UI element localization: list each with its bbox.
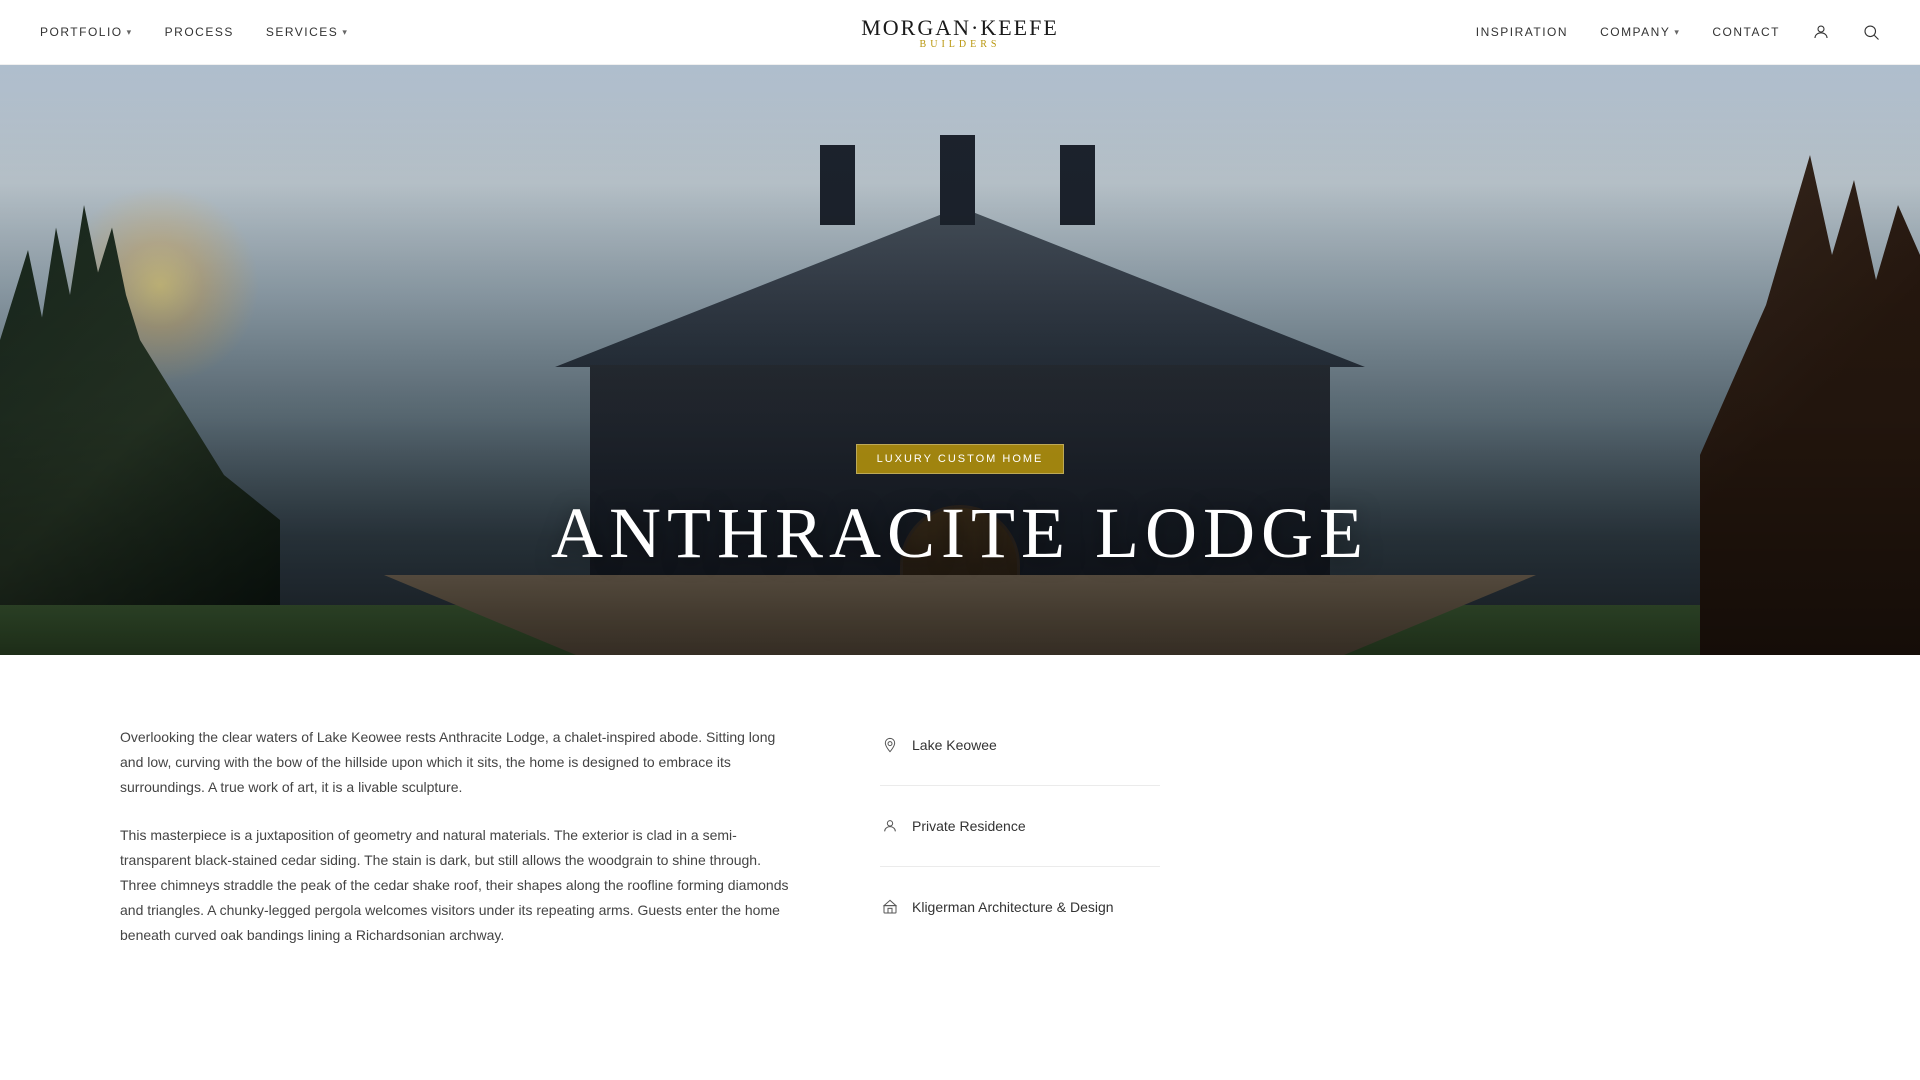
company-chevron-icon: ▾ xyxy=(1674,27,1680,38)
divider-2 xyxy=(880,866,1160,867)
nav-company-label: COMPANY xyxy=(1600,25,1670,39)
location-text: Lake Keowee xyxy=(912,737,997,753)
type-text: Private Residence xyxy=(912,818,1026,834)
hero-section: LUXURY CUSTOM HOME ANTHRACITE LODGE xyxy=(0,65,1920,655)
location-pin-icon xyxy=(880,735,900,755)
nav-item-company[interactable]: COMPANY ▾ xyxy=(1600,25,1680,39)
nav-inspiration-label: INSPIRATION xyxy=(1476,25,1568,39)
nav-item-contact[interactable]: CONTACT xyxy=(1712,25,1780,39)
navigation: PORTFOLIO ▾ PROCESS SERVICES ▾ MORGAN·KE… xyxy=(0,0,1920,65)
person-icon xyxy=(880,816,900,836)
logo-subtitle: BUILDERS xyxy=(920,39,1001,50)
nav-portfolio-label: PORTFOLIO xyxy=(40,25,123,39)
nav-services-label: SERVICES xyxy=(266,25,338,39)
services-chevron-icon: ▾ xyxy=(342,27,348,38)
nav-item-inspiration[interactable]: INSPIRATION xyxy=(1476,25,1568,39)
user-icon[interactable] xyxy=(1812,23,1830,41)
nav-logo[interactable]: MORGAN·KEEFE BUILDERS xyxy=(861,15,1059,50)
nav-item-services[interactable]: SERVICES ▾ xyxy=(266,25,349,39)
portfolio-chevron-icon: ▾ xyxy=(127,27,133,38)
search-icon[interactable] xyxy=(1862,23,1880,41)
description-paragraph-1: Overlooking the clear waters of Lake Keo… xyxy=(120,725,800,801)
hero-content: LUXURY CUSTOM HOME ANTHRACITE LODGE xyxy=(0,444,1920,575)
nav-contact-label: CONTACT xyxy=(1712,25,1780,39)
architect-icon xyxy=(880,897,900,917)
nav-item-process[interactable]: PROCESS xyxy=(165,25,234,39)
hero-tag: LUXURY CUSTOM HOME xyxy=(856,444,1065,474)
content-section: Overlooking the clear waters of Lake Keo… xyxy=(0,655,1920,1041)
nav-left: PORTFOLIO ▾ PROCESS SERVICES ▾ xyxy=(40,25,861,39)
content-right: Lake Keowee Private Residence Kligerm xyxy=(880,725,1160,971)
hero-title: ANTHRACITE LODGE xyxy=(0,492,1920,575)
description-paragraph-2: This masterpiece is a juxtaposition of g… xyxy=(120,823,800,949)
content-left: Overlooking the clear waters of Lake Keo… xyxy=(120,725,800,971)
logo-name: MORGAN·KEEFE xyxy=(861,15,1059,41)
nav-process-label: PROCESS xyxy=(165,25,234,39)
detail-location: Lake Keowee xyxy=(880,735,1160,755)
nav-right: INSPIRATION COMPANY ▾ CONTACT xyxy=(1059,23,1880,41)
detail-architect: Kligerman Architecture & Design xyxy=(880,897,1160,917)
detail-type: Private Residence xyxy=(880,816,1160,836)
nav-item-portfolio[interactable]: PORTFOLIO ▾ xyxy=(40,25,133,39)
divider-1 xyxy=(880,785,1160,786)
architect-text: Kligerman Architecture & Design xyxy=(912,899,1114,915)
